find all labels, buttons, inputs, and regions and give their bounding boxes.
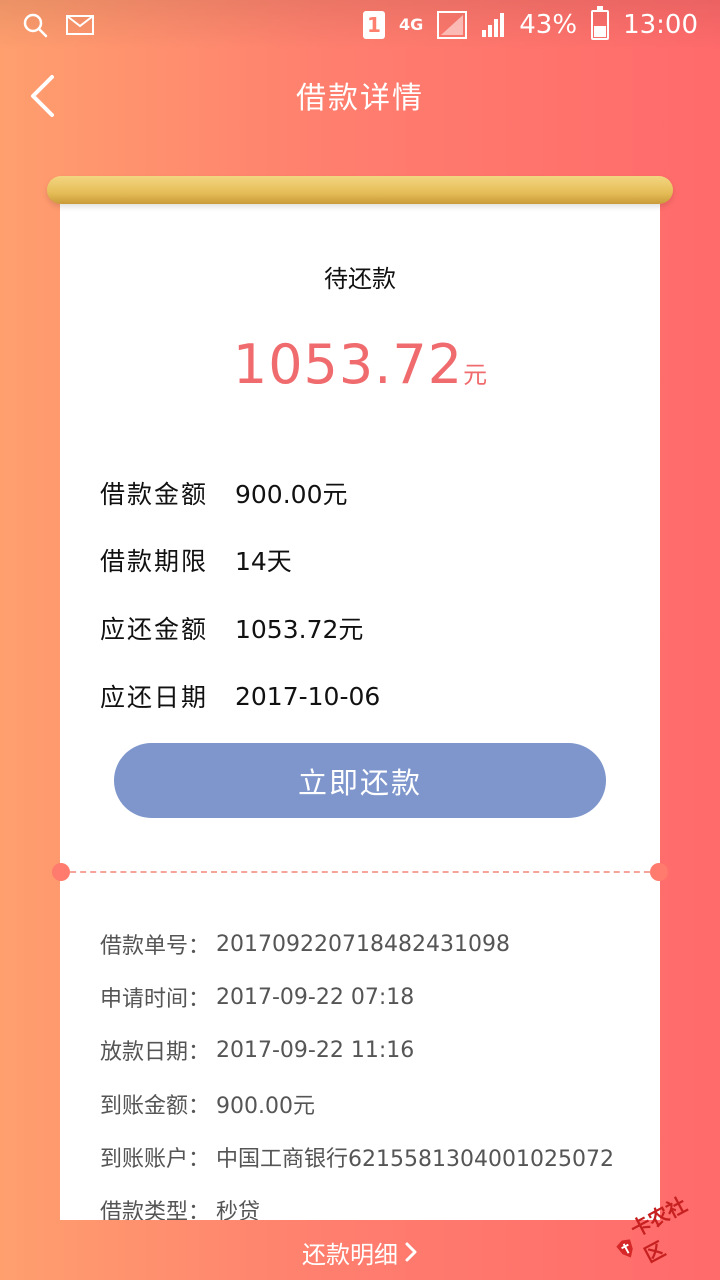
detail-row-disburse-date: 放款日期： 2017-09-22 11:16	[100, 1032, 414, 1068]
header: 借款详情	[0, 50, 720, 140]
pending-amount: 1053.72元	[60, 333, 660, 396]
info-row-due-amount: 应还金额 1053.72元	[100, 608, 363, 648]
info-row-loan-term: 借款期限 14天	[100, 540, 292, 580]
ticket-notch-right	[650, 863, 668, 881]
battery-percent: 43%	[519, 10, 578, 40]
status-right: 1 4G 43% 13:00	[363, 6, 698, 40]
repayment-details-label: 还款明细	[302, 1240, 398, 1269]
info-value: 2017-10-06	[235, 681, 381, 711]
info-key: 借款期限	[100, 547, 209, 576]
detail-value: 201709220718482431098	[216, 931, 510, 957]
detail-value: 秒贷	[216, 1200, 261, 1220]
sim-badge: 1	[363, 11, 385, 39]
info-row-due-date: 应还日期 2017-10-06	[100, 676, 380, 716]
detail-key: 到账金额：	[100, 1094, 211, 1119]
info-key: 应还日期	[100, 683, 209, 712]
chevron-right-icon	[405, 1242, 417, 1262]
repay-now-button[interactable]: 立即还款	[114, 743, 606, 818]
info-key: 应还金额	[100, 615, 209, 644]
detail-row-order-number: 借款单号： 201709220718482431098	[100, 926, 510, 962]
ticket-notch-left	[52, 863, 70, 881]
mail-icon	[66, 15, 94, 35]
detail-key: 到账账户：	[100, 1147, 211, 1172]
signal-empty-icon	[437, 11, 468, 39]
info-key: 借款金额	[100, 480, 209, 509]
info-row-loan-amount: 借款金额 900.00元	[100, 473, 347, 513]
clock: 13:00	[623, 10, 698, 40]
detail-row-apply-time: 申请时间： 2017-09-22 07:18	[100, 979, 414, 1015]
pending-amount-value: 1053.72	[232, 333, 464, 396]
detail-row-loan-type: 借款类型： 秒贷	[100, 1192, 260, 1220]
detail-key: 放款日期：	[100, 1040, 211, 1065]
detail-key: 借款类型：	[100, 1200, 211, 1220]
detail-value: 中国工商银行6215581304001025072	[216, 1147, 614, 1172]
signal-bars-icon	[482, 13, 505, 37]
back-button[interactable]	[18, 68, 66, 124]
status-bar: 1 4G 43% 13:00	[0, 0, 720, 50]
pending-label: 待还款	[324, 265, 396, 293]
detail-value: 900.00元	[216, 1094, 315, 1119]
loan-card: 待还款 1053.72元 借款金额 900.00元 借款期限 14天 应还金额 …	[60, 195, 660, 1220]
detail-key: 借款单号：	[100, 934, 211, 959]
dashed-divider	[60, 871, 660, 873]
info-value: 900.00元	[235, 480, 348, 509]
page-title: 借款详情	[296, 81, 424, 116]
info-value: 14天	[235, 547, 292, 576]
detail-row-received-amount: 到账金额： 900.00元	[100, 1086, 315, 1122]
info-value: 1053.72元	[235, 615, 364, 644]
detail-row-received-account: 到账账户： 中国工商银行6215581304001025072	[100, 1139, 614, 1175]
detail-key: 申请时间：	[100, 987, 211, 1012]
scroll-rod	[47, 176, 673, 204]
search-icon	[23, 13, 48, 38]
network-type: 4G	[399, 15, 424, 34]
battery-icon	[591, 6, 610, 40]
status-left	[22, 12, 94, 38]
chevron-left-icon	[31, 75, 54, 117]
pending-amount-unit: 元	[463, 361, 488, 389]
detail-value: 2017-09-22 11:16	[216, 1037, 415, 1063]
detail-value: 2017-09-22 07:18	[216, 984, 415, 1010]
